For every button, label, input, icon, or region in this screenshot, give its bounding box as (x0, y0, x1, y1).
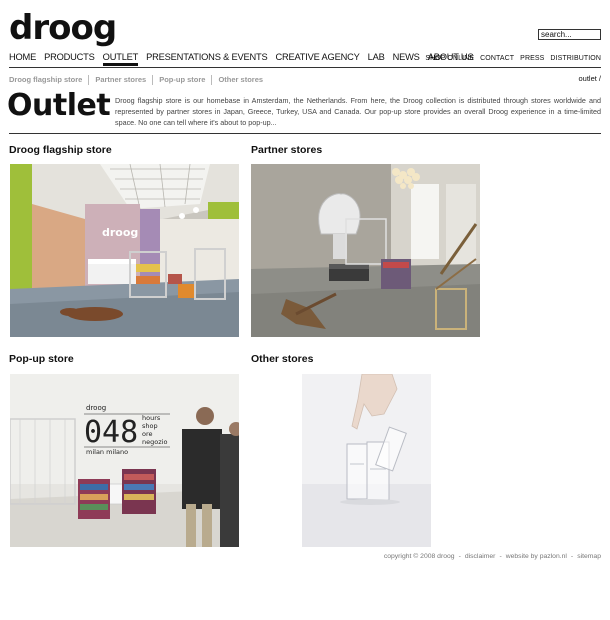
secondary-nav: SHOP ONLINE CONTACT PRESS DISTRIBUTION (425, 54, 601, 64)
sign-city: milan milano (86, 448, 128, 456)
subnav-popup-store[interactable]: Pop-up store (152, 75, 211, 85)
sign-number: 048 (84, 415, 138, 450)
nav-press[interactable]: PRESS (520, 54, 544, 64)
nav-distribution[interactable]: DISTRIBUTION (550, 54, 601, 64)
nav-products[interactable]: PRODUCTS (44, 51, 95, 66)
other-stores-photo[interactable] (302, 374, 431, 547)
footer-separator: - (499, 553, 502, 560)
subnav-flagship-store[interactable]: Droog flagship store (9, 75, 88, 85)
nav-lab[interactable]: LAB (368, 51, 385, 66)
other-title[interactable]: Other stores (251, 353, 313, 366)
sign-brand: droog (86, 404, 106, 412)
nav-outlet[interactable]: OUTLET (102, 51, 138, 66)
footer-separator: - (570, 553, 574, 560)
footer-sitemap-link[interactable]: sitemap (577, 553, 601, 560)
header-divider (9, 67, 601, 68)
sign-word-ore: ore (142, 430, 153, 438)
subnav-partner-stores[interactable]: Partner stores (88, 75, 152, 85)
nav-home[interactable]: HOME (9, 51, 36, 66)
sign-word-hours: hours (142, 414, 161, 422)
svg-text:droog: droog (102, 226, 138, 239)
nav-shop-online[interactable]: SHOP ONLINE (425, 54, 474, 64)
nav-creative-agency[interactable]: CREATIVE AGENCY (275, 51, 359, 66)
nav-contact[interactable]: CONTACT (480, 54, 514, 64)
popup-title[interactable]: Pop-up store (9, 353, 74, 366)
intro-text: Droog flagship store is our homebase in … (115, 96, 601, 127)
popup-store-photo[interactable]: droog 048 hours shop ore negozio milan m… (10, 374, 239, 547)
footer-separator: - (458, 553, 461, 560)
subnav-other-stores[interactable]: Other stores (211, 75, 269, 85)
nav-news[interactable]: NEWS (393, 51, 420, 66)
footer-website-link[interactable]: website by pazlon.nl (506, 553, 567, 560)
flagship-title[interactable]: Droog flagship store (9, 144, 112, 157)
main-nav: HOME PRODUCTS OUTLET PRESENTATIONS & EVE… (9, 51, 474, 66)
outlet-subnav: Droog flagship store Partner stores Pop-… (9, 75, 269, 85)
content-divider (9, 133, 601, 134)
partner-title[interactable]: Partner stores (251, 144, 322, 157)
nav-presentations-events[interactable]: PRESENTATIONS & EVENTS (146, 51, 268, 66)
page-title: Outlet (7, 88, 111, 123)
breadcrumb: outlet / (578, 74, 601, 83)
footer: copyright © 2008 droog - disclaimer - we… (384, 553, 601, 560)
sign-word-negozio: negozio (142, 438, 167, 446)
footer-copyright: copyright © 2008 droog (383, 553, 455, 560)
footer-disclaimer-link[interactable]: disclaimer (465, 553, 496, 560)
droog-logo[interactable]: droog (9, 8, 117, 48)
partner-stores-photo[interactable] (251, 164, 480, 337)
flagship-store-photo[interactable]: droog (10, 164, 239, 337)
sign-word-shop: shop (142, 422, 158, 430)
search-input[interactable]: search... (538, 29, 601, 40)
